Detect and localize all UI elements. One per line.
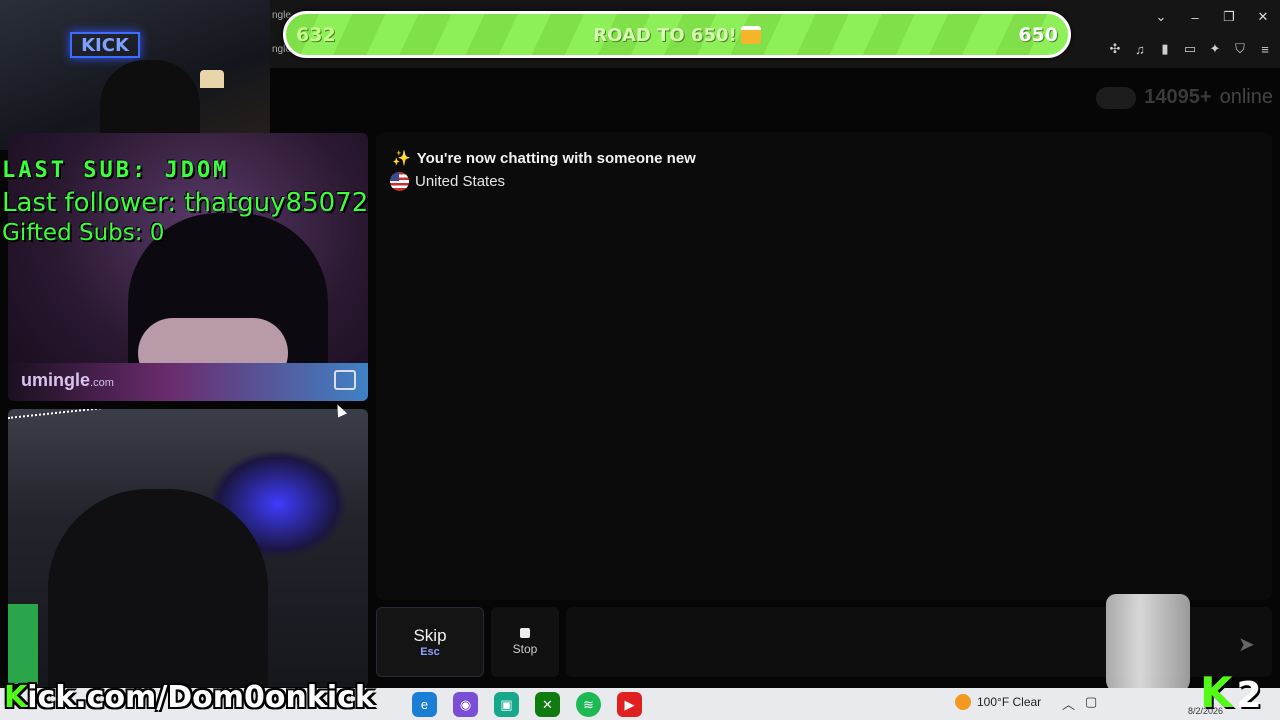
neon-sign: KICK xyxy=(70,32,140,58)
chevron-up-icon[interactable]: ︿ xyxy=(1062,694,1075,713)
sun-icon xyxy=(955,694,971,710)
goal-end-value: 650 xyxy=(1018,24,1058,46)
gifted-subs-text: Gifted Subs: 0 xyxy=(2,220,165,246)
edge-icon[interactable]: e xyxy=(412,692,437,717)
sparkle-icon[interactable]: ✦ xyxy=(1206,40,1224,58)
self-silhouette xyxy=(48,489,268,687)
sub-goal-bar: 632 ROAD TO 650! 650 xyxy=(283,11,1071,58)
tab-list-chevron-icon[interactable]: ⌄ xyxy=(1144,4,1178,30)
beer-icon xyxy=(740,26,761,44)
online-label: online xyxy=(1219,86,1273,108)
goal-label-wrap: ROAD TO 650! xyxy=(286,25,1068,46)
sidebar-icon[interactable]: ▮ xyxy=(1156,40,1174,58)
screen: ngle ngle ⌄ – ❐ ✕ ✣ ♫ ▮ ▭ ✦ ⛉ ≡ 632 ROAD… xyxy=(0,0,1280,720)
chrome-icon[interactable]: ◉ xyxy=(453,692,478,717)
wallet-icon[interactable]: ▭ xyxy=(1181,40,1199,58)
stop-button[interactable]: Stop xyxy=(491,607,559,677)
green-cup xyxy=(8,604,38,684)
online-counter: 14095+ online xyxy=(1096,86,1273,109)
chat-log xyxy=(376,132,1272,600)
online-count: 14095+ xyxy=(1144,86,1212,108)
browser-toolbar: ✣ ♫ ▮ ▭ ✦ ⛉ ≡ xyxy=(1106,40,1274,58)
umingle-logo: umingle.com xyxy=(21,370,114,390)
skip-shortcut: Esc xyxy=(420,646,440,658)
music-icon[interactable]: ♫ xyxy=(1131,40,1149,58)
goal-label: ROAD TO 650! xyxy=(593,25,737,46)
spotify-icon[interactable]: ≋ xyxy=(576,692,601,717)
window-controls: ⌄ – ❐ ✕ xyxy=(1144,4,1280,30)
sparkle-icon: ✨ xyxy=(392,150,411,167)
us-flag-icon xyxy=(390,172,409,191)
self-video xyxy=(8,409,368,687)
xbox-icon[interactable]: ✕ xyxy=(535,692,560,717)
minimize-button[interactable]: – xyxy=(1178,4,1212,30)
stranger-country: United States xyxy=(390,172,505,191)
system-message: ✨ You're now chatting with someone new xyxy=(392,150,696,167)
send-icon[interactable]: ➤ xyxy=(1238,632,1255,657)
close-button[interactable]: ✕ xyxy=(1246,4,1280,30)
lamp xyxy=(200,70,224,88)
shield-icon[interactable]: ⛉ xyxy=(1231,40,1249,58)
kick-corner-logo: K2 xyxy=(1200,668,1262,717)
drink-glass-overlay xyxy=(1106,594,1190,694)
stop-icon xyxy=(520,628,530,638)
streamer-webcam: KICK xyxy=(0,0,270,150)
taskbar-apps: e ◉ ▣ ✕ ≋ ▶ xyxy=(412,692,642,717)
last-sub-text: LAST SUB: JDOM xyxy=(2,158,230,183)
weather-widget[interactable]: 100°F Clear xyxy=(955,694,1041,710)
maximize-button[interactable]: ❐ xyxy=(1212,4,1246,30)
tray-app-icon[interactable]: ▢ xyxy=(1085,694,1097,713)
terminal-icon[interactable]: ▣ xyxy=(494,692,519,717)
skip-label: Skip xyxy=(413,626,447,645)
report-flag-icon[interactable] xyxy=(334,370,356,390)
last-follower-text: Last follower: thatguy85072 xyxy=(2,188,369,218)
skip-button[interactable]: Skip Esc xyxy=(376,607,484,677)
country-label: United States xyxy=(415,173,506,190)
theme-toggle[interactable] xyxy=(1096,86,1137,109)
puzzle-icon[interactable]: ✣ xyxy=(1106,40,1124,58)
kick-url-overlay: Kick.com/Dom0onkick xyxy=(4,680,375,715)
youtube-icon[interactable]: ▶ xyxy=(617,692,642,717)
system-tray: ︿ ▢ xyxy=(1062,694,1097,713)
weather-text: 100°F Clear xyxy=(977,695,1042,709)
stop-label: Stop xyxy=(512,642,538,656)
menu-icon[interactable]: ≡ xyxy=(1256,40,1274,58)
